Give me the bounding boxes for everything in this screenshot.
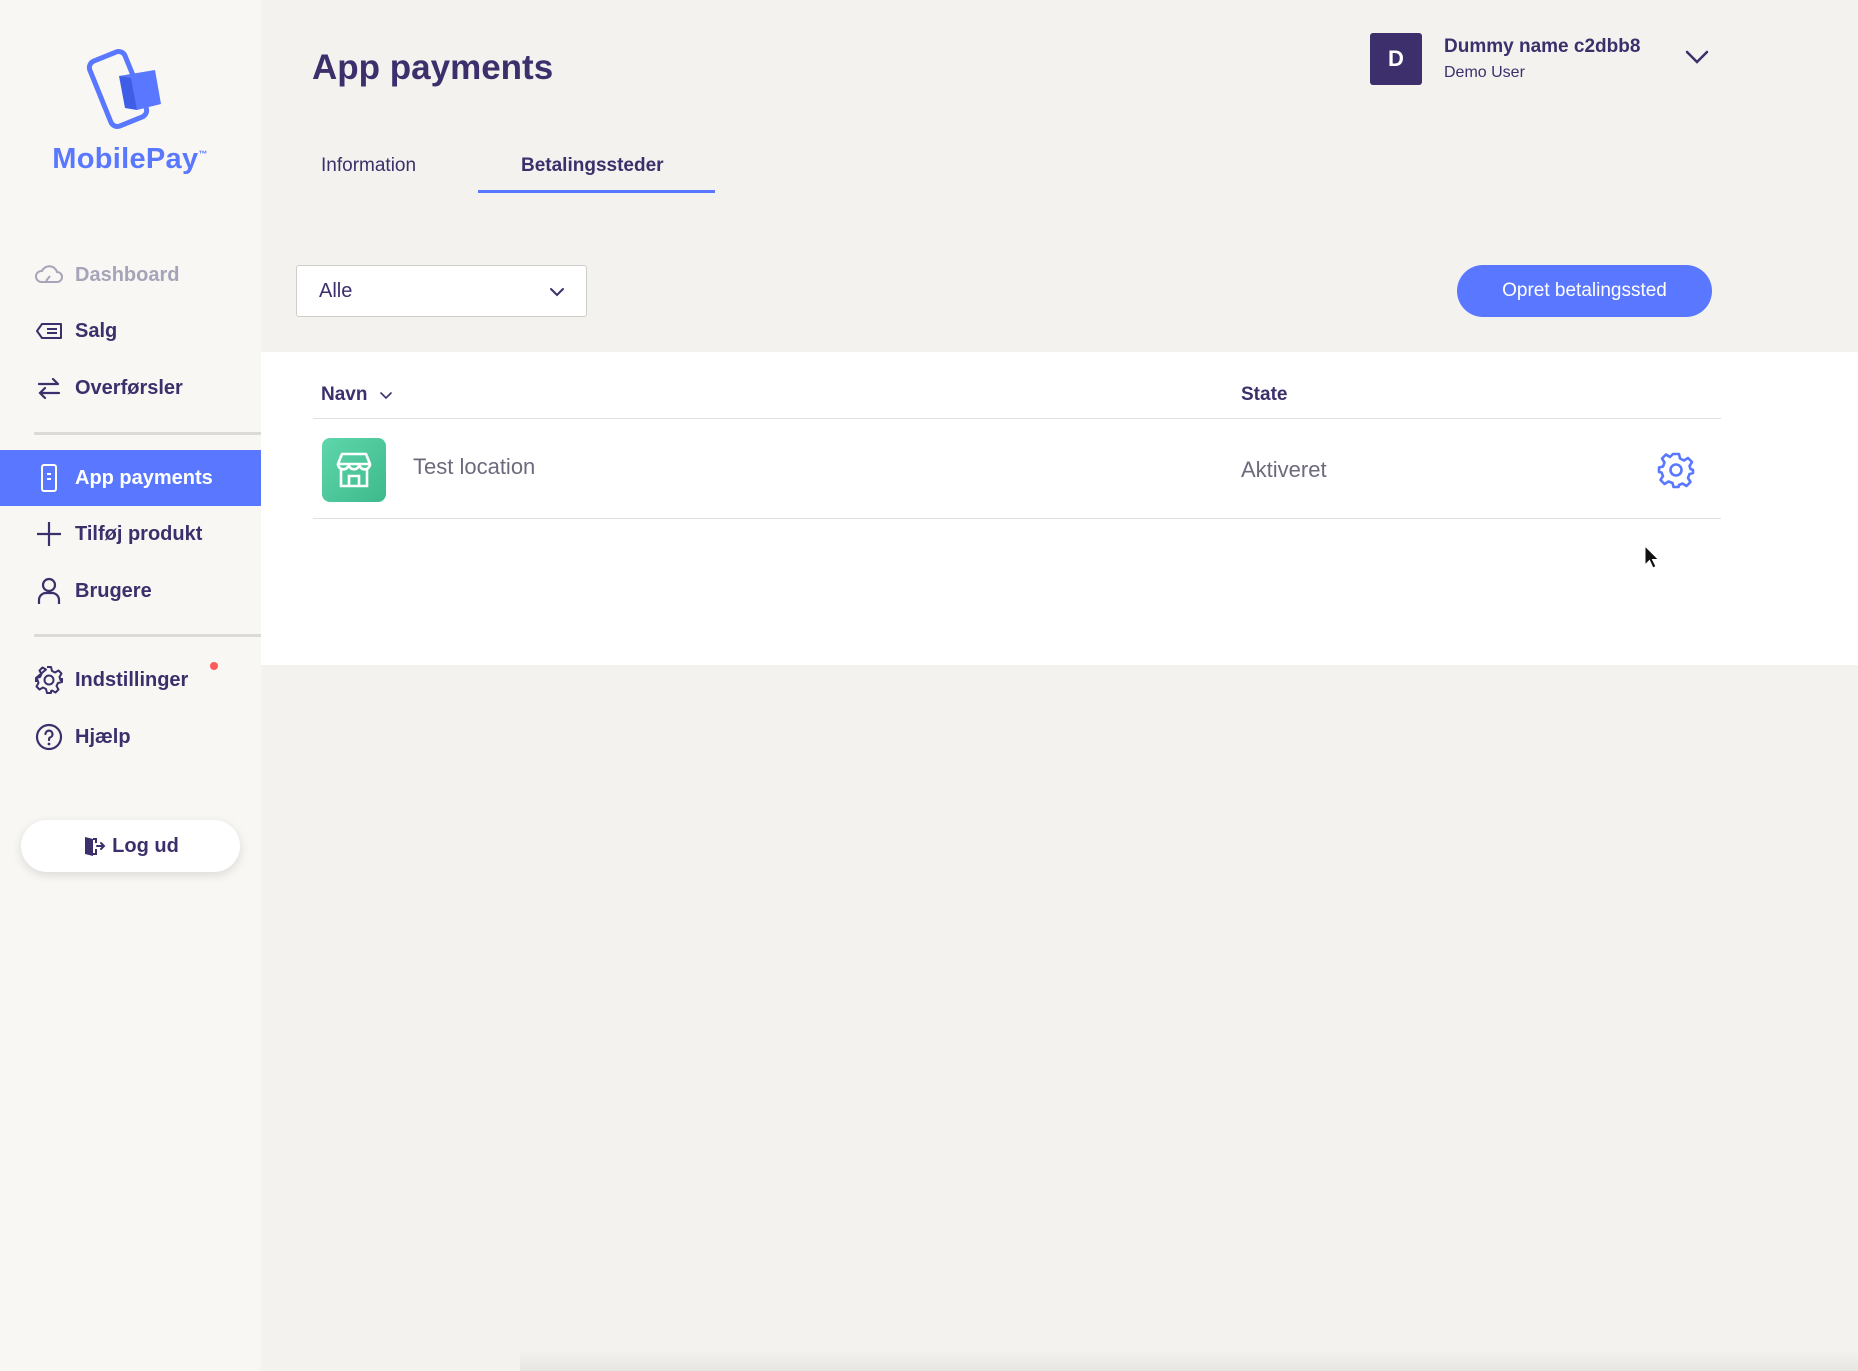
sidebar-item-label: Brugere	[75, 579, 152, 602]
question-circle-icon	[34, 722, 64, 752]
sidebar-divider	[34, 634, 261, 637]
chevron-down-icon	[550, 288, 564, 297]
logout-door-icon	[82, 834, 106, 858]
table-divider	[313, 518, 1721, 519]
column-header-navn[interactable]: Navn	[321, 384, 393, 406]
gear-icon	[34, 665, 64, 695]
logout-label: Log ud	[112, 834, 179, 857]
sidebar-item-salg[interactable]: Salg	[0, 303, 261, 359]
sort-chevron-icon	[379, 392, 392, 400]
mouse-cursor-icon	[1644, 545, 1660, 569]
sidebar-item-brugere[interactable]: Brugere	[0, 563, 261, 619]
sidebar-item-dashboard[interactable]: Dashboard	[0, 247, 261, 303]
logo-wordmark: MobilePay™	[52, 143, 208, 175]
sidebar: MobilePay™ Dashboard Salg Overførsler Ap…	[0, 0, 261, 1371]
column-header-label: Navn	[321, 384, 368, 405]
user-role: Demo User	[1444, 64, 1525, 81]
user-name: Dummy name c2dbb8	[1444, 36, 1641, 57]
user-menu[interactable]: D Dummy name c2dbb8 Demo User	[1370, 33, 1640, 85]
sidebar-item-label: Dashboard	[75, 263, 180, 286]
chevron-down-icon[interactable]	[1682, 47, 1712, 67]
active-tab-indicator	[478, 190, 715, 193]
sidebar-item-label: Indstillinger	[75, 668, 189, 691]
sidebar-item-label: Overførsler	[75, 376, 183, 399]
mobilepay-logo-icon	[86, 49, 161, 129]
notification-dot	[210, 662, 218, 670]
sidebar-item-tilfoj-produkt[interactable]: Tilføj produkt	[0, 506, 261, 562]
location-state: Aktiveret	[1241, 457, 1327, 482]
sidebar-item-hjaelp[interactable]: Hjælp	[0, 709, 261, 765]
sidebar-item-label: Tilføj produkt	[75, 522, 203, 545]
sidebar-item-label: Salg	[75, 319, 118, 342]
mobilepay-logo[interactable]: MobilePay™	[45, 48, 215, 178]
sidebar-item-overforsler[interactable]: Overførsler	[0, 360, 261, 416]
phone-icon	[34, 463, 64, 493]
store-icon	[322, 438, 386, 502]
sidebar-item-label: Hjælp	[75, 725, 131, 748]
column-header-state: State	[1241, 384, 1288, 405]
table-divider	[313, 418, 1721, 419]
tab-information[interactable]: Information	[321, 155, 416, 177]
tab-betalingssteder[interactable]: Betalingssteder	[521, 155, 664, 177]
ticket-icon	[34, 316, 64, 346]
bottom-shadow	[520, 1350, 1858, 1371]
filter-dropdown[interactable]: Alle	[296, 265, 587, 317]
page-title: App payments	[312, 48, 554, 87]
sidebar-item-indstillinger[interactable]: Indstillinger	[0, 652, 261, 708]
locations-table	[261, 352, 1858, 665]
location-name[interactable]: Test location	[413, 454, 535, 480]
logout-button[interactable]: Log ud	[21, 820, 240, 872]
transfer-arrows-icon	[34, 373, 64, 403]
sidebar-item-label: App payments	[75, 466, 213, 489]
user-icon	[34, 576, 64, 606]
filter-value: Alle	[319, 279, 353, 302]
cloud-icon	[34, 260, 64, 290]
sidebar-item-app-payments[interactable]: App payments	[0, 450, 261, 506]
avatar: D	[1370, 33, 1422, 85]
plus-icon	[34, 519, 64, 549]
sidebar-divider	[34, 432, 261, 435]
gear-icon[interactable]	[1657, 451, 1695, 489]
create-location-button[interactable]: Opret betalingssted	[1457, 265, 1712, 317]
